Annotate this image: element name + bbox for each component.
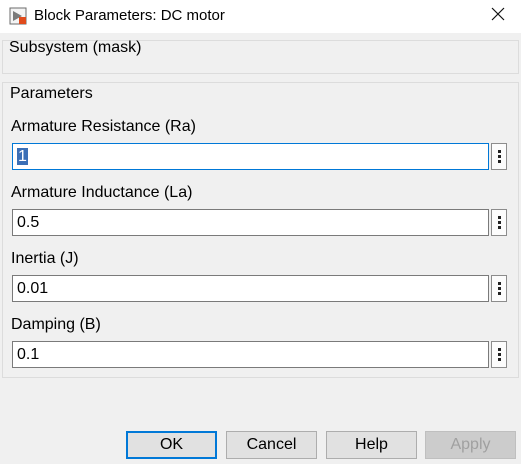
close-button[interactable] (475, 0, 521, 33)
simulink-block-icon (9, 7, 27, 25)
vertical-ellipsis-icon (497, 281, 501, 296)
damping-more-button[interactable] (491, 341, 507, 368)
vertical-ellipsis-icon (497, 347, 501, 362)
selected-value: 1 (17, 148, 28, 165)
cancel-button[interactable]: Cancel (226, 431, 317, 459)
armature-inductance-more-button[interactable] (491, 209, 507, 236)
inertia-input[interactable]: 0.01 (12, 275, 489, 302)
parameters-title: Parameters (10, 85, 93, 102)
close-icon (491, 7, 505, 26)
armature-resistance-label: Armature Resistance (Ra) (11, 118, 196, 135)
title-bar: Block Parameters: DC motor (0, 0, 521, 33)
armature-inductance-label: Armature Inductance (La) (11, 184, 193, 201)
armature-inductance-input[interactable]: 0.5 (12, 209, 489, 236)
armature-resistance-input[interactable]: 1 (12, 143, 489, 170)
apply-button[interactable]: Apply (425, 431, 516, 459)
inertia-more-button[interactable] (491, 275, 507, 302)
damping-label: Damping (B) (11, 316, 101, 333)
damping-input[interactable]: 0.1 (12, 341, 489, 368)
armature-resistance-more-button[interactable] (491, 143, 507, 170)
vertical-ellipsis-icon (497, 215, 501, 230)
mask-title: Subsystem (mask) (9, 39, 142, 56)
ok-button[interactable]: OK (126, 431, 217, 459)
help-button[interactable]: Help (326, 431, 417, 459)
window-title: Block Parameters: DC motor (34, 7, 225, 24)
vertical-ellipsis-icon (497, 149, 501, 164)
inertia-label: Inertia (J) (11, 250, 79, 267)
